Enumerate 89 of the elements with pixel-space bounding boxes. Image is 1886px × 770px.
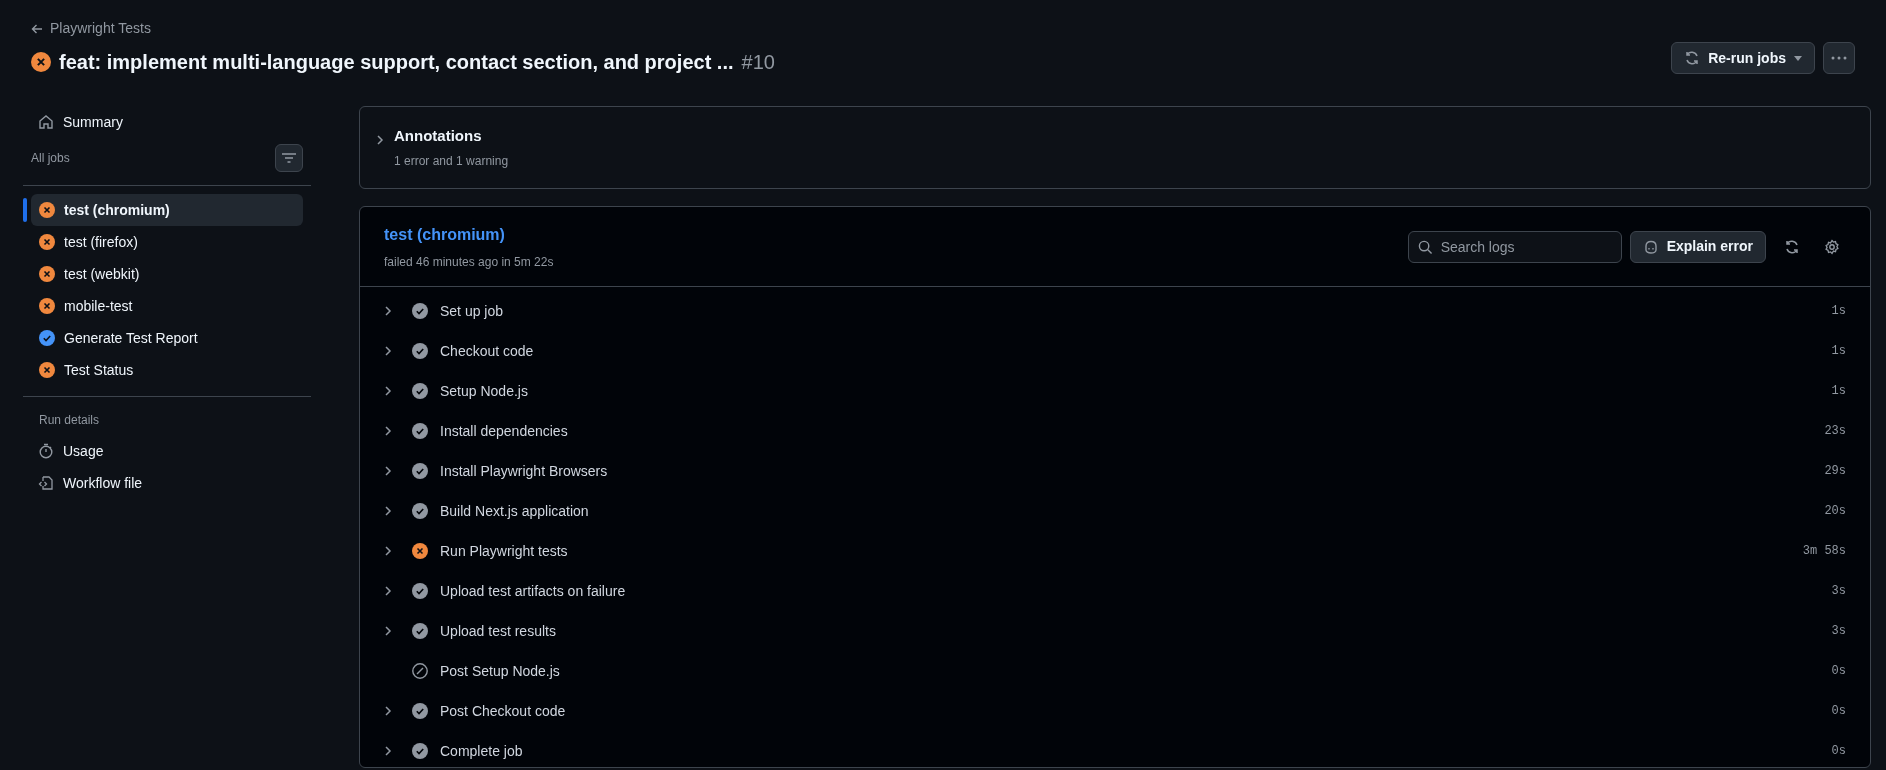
job-subtitle: failed 46 minutes ago in 5m 22s <box>384 253 554 271</box>
summary-link[interactable]: Summary <box>23 106 311 138</box>
success-icon <box>412 503 428 519</box>
stopwatch-icon <box>38 443 54 459</box>
chevron-icon[interactable] <box>384 465 392 477</box>
success-icon <box>412 303 428 319</box>
step-duration: 3s <box>1831 623 1846 640</box>
back-arrow-icon <box>31 22 43 35</box>
success-icon <box>412 583 428 599</box>
settings-icon[interactable] <box>1824 238 1840 255</box>
success-icon <box>412 343 428 359</box>
step-label[interactable]: Post Setup Node.js <box>440 660 1832 682</box>
chevron-icon[interactable] <box>384 705 392 717</box>
failure-icon <box>31 52 51 72</box>
chevron-icon[interactable] <box>384 305 392 317</box>
chevron-icon[interactable] <box>384 385 392 397</box>
step-label[interactable]: Checkout code <box>440 340 1832 362</box>
success-icon <box>412 463 428 479</box>
success-icon <box>412 623 428 639</box>
search-icon <box>1417 239 1433 255</box>
run-detail-link[interactable]: Workflow file <box>23 467 311 499</box>
refresh-icon[interactable] <box>1784 238 1800 255</box>
failure-icon <box>39 266 55 282</box>
step-duration: 0s <box>1831 743 1846 760</box>
step-label[interactable]: Post Checkout code <box>440 700 1832 722</box>
step-duration: 23s <box>1824 423 1846 440</box>
step-label[interactable]: Install Playwright Browsers <box>440 460 1825 482</box>
step-duration: 20s <box>1824 503 1846 520</box>
job-item[interactable]: Test Status <box>31 354 303 386</box>
step-duration: 3s <box>1831 583 1846 600</box>
file-code-icon <box>38 475 54 491</box>
success-icon <box>412 703 428 719</box>
back-link[interactable]: Playwright Tests <box>31 18 775 39</box>
section-heading: Run details <box>38 412 101 429</box>
job-item[interactable]: Generate Test Report <box>31 322 303 354</box>
filter-icon <box>282 153 296 163</box>
job-item[interactable]: test (webkit) <box>31 258 303 290</box>
failure-icon <box>39 202 55 218</box>
chevron-icon[interactable] <box>384 345 392 357</box>
skipped-icon <box>412 663 428 679</box>
annotations-summary: 1 error and 1 warning <box>394 152 509 170</box>
chevron-icon[interactable] <box>384 545 392 557</box>
success-icon <box>412 383 428 399</box>
success-icon <box>412 743 428 759</box>
step-duration: 1s <box>1831 383 1846 400</box>
step-label[interactable]: Run Playwright tests <box>440 540 1803 562</box>
step-duration: 0s <box>1831 663 1846 680</box>
chevron-icon[interactable] <box>384 505 392 517</box>
failure-icon <box>39 362 55 378</box>
step-label[interactable]: Setup Node.js <box>440 380 1832 402</box>
caret-icon <box>1794 55 1802 61</box>
annotations-title: Annotations <box>394 126 483 146</box>
rerun-button[interactable]: Re-run jobs <box>1671 42 1815 74</box>
step-label[interactable]: Upload test artifacts on failure <box>440 580 1832 602</box>
step-duration: 1s <box>1831 343 1846 360</box>
step-label[interactable]: Build Next.js application <box>440 500 1825 522</box>
run-title: feat: implement multi-language support, contact section, and project ... <box>59 50 734 75</box>
step-label[interactable]: Complete job <box>440 740 1832 762</box>
step-duration: 1s <box>1831 303 1846 320</box>
explain-error-button[interactable]: Explain error <box>1629 230 1766 263</box>
chevron-icon[interactable] <box>384 425 392 437</box>
step-duration: 29s <box>1824 463 1846 480</box>
more-icon <box>1831 56 1847 60</box>
chevron-icon[interactable] <box>384 625 392 637</box>
search-field[interactable]: Search logs <box>1407 230 1622 263</box>
sync-icon <box>1684 50 1701 66</box>
job-item[interactable]: test (firefox) <box>31 226 303 258</box>
chevron-icon[interactable] <box>376 134 384 146</box>
selection-indicator <box>23 198 27 222</box>
filter-button[interactable] <box>275 144 303 172</box>
chevron-icon[interactable] <box>384 585 392 597</box>
run-detail-link[interactable]: Usage <box>23 435 311 467</box>
job-title[interactable]: test (chromium) <box>384 222 554 247</box>
step-duration: 3m 58s <box>1802 543 1846 560</box>
run-number: #10 <box>741 50 775 75</box>
failure-icon <box>39 234 55 250</box>
step-label[interactable]: Install dependencies <box>440 420 1825 442</box>
step-duration: 0s <box>1831 703 1846 720</box>
failure-icon <box>39 298 55 314</box>
job-item[interactable]: test (chromium) <box>31 194 303 226</box>
success-icon <box>39 330 55 346</box>
failure-icon <box>412 543 428 559</box>
section-heading: All jobs <box>31 150 70 167</box>
success-icon <box>412 423 428 439</box>
chevron-icon[interactable] <box>384 745 392 757</box>
step-label[interactable]: Set up job <box>440 300 1832 322</box>
home-icon <box>38 114 54 130</box>
job-item[interactable]: mobile-test <box>31 290 303 322</box>
step-label[interactable]: Upload test results <box>440 620 1832 642</box>
